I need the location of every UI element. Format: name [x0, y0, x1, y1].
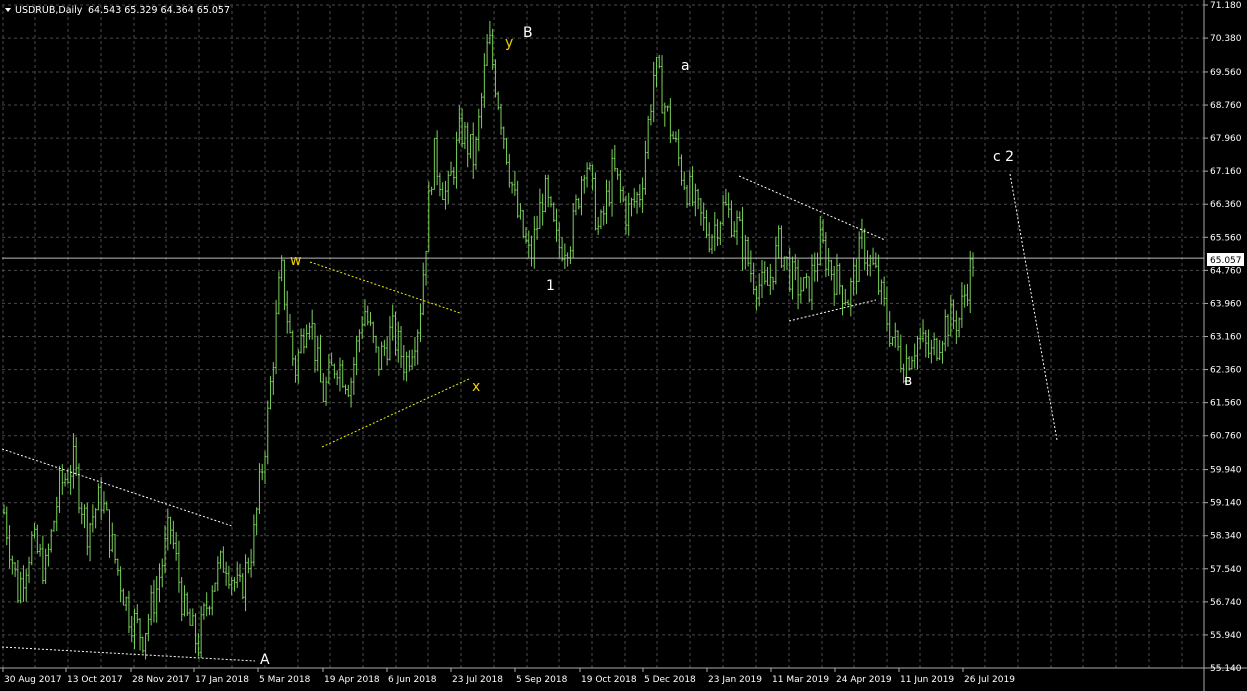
x-tick-label: 5 Sep 2018 [516, 675, 568, 685]
current-price-badge: 65.057 [1207, 253, 1244, 266]
x-tick-label: 13 Oct 2017 [67, 675, 123, 685]
y-tick-label: 64.760 [1210, 266, 1242, 276]
y-tick-label: 61.560 [1210, 399, 1242, 409]
price-chart[interactable]: Aw x yB 1 a в c 2 71.180 70.380 69.560 68.760 67.9… [0, 0, 1247, 691]
y-tick-label: 56.740 [1210, 598, 1242, 608]
y-tick-label: 63.160 [1210, 333, 1242, 343]
y-tick-label: 67.960 [1210, 134, 1242, 144]
x-tick-label: 23 Jan 2019 [708, 675, 762, 685]
wave-label: B [523, 25, 533, 41]
wave-label: a [681, 58, 690, 74]
x-tick-label: 19 Apr 2018 [324, 675, 380, 685]
x-tick-label: 17 Jan 2018 [195, 675, 249, 685]
symbol-timeframe: USDRUB,Daily [15, 5, 83, 16]
wave-label: A [260, 652, 270, 668]
x-tick-label: 28 Nov 2017 [132, 675, 190, 685]
y-tick-label: 55.140 [1210, 664, 1242, 674]
wave-label: c 2 [993, 149, 1014, 165]
y-tick-label: 60.760 [1210, 432, 1242, 442]
x-tick-label: 5 Mar 2018 [259, 675, 311, 685]
x-tick-label: 26 Jul 2019 [964, 675, 1015, 685]
y-tick-label: 58.340 [1210, 532, 1242, 542]
y-tick-label: 65.560 [1210, 233, 1242, 243]
y-tick-label: 70.380 [1210, 34, 1242, 44]
y-tick-label: 57.540 [1210, 565, 1242, 575]
x-tick-label: 19 Oct 2018 [581, 675, 637, 685]
x-tick-label: 6 Jun 2018 [388, 675, 437, 685]
ohlc-values: 64.543 65.329 64.364 65.057 [88, 5, 230, 16]
y-tick-label: 55.940 [1210, 631, 1242, 641]
current-price-label: 65.057 [1210, 256, 1242, 266]
y-tick-label: 66.360 [1210, 200, 1242, 210]
x-tick-label: 11 Mar 2019 [772, 675, 829, 685]
wave-label: y [505, 35, 513, 51]
x-tick-label: 5 Dec 2018 [644, 675, 696, 685]
x-tick-label: 24 Apr 2019 [836, 675, 892, 685]
wave-label: 1 [546, 278, 555, 294]
wave-label: x [472, 379, 480, 395]
y-tick-label: 59.140 [1210, 499, 1242, 509]
chart-window[interactable]: Aw x yB 1 a в c 2 71.180 70.380 69.560 68.760 67.9… [0, 0, 1247, 691]
y-tick-label: 62.360 [1210, 366, 1242, 376]
y-tick-label: 68.760 [1210, 101, 1242, 111]
chart-header: USDRUB,Daily 64.543 65.329 64.364 65.057 [5, 5, 230, 16]
x-tick-label: 23 Jul 2018 [452, 675, 503, 685]
y-tick-label: 67.160 [1210, 167, 1242, 177]
y-tick-label: 63.960 [1210, 299, 1242, 309]
y-tick-label: 59.940 [1210, 466, 1242, 476]
y-tick-label: 71.180 [1210, 1, 1242, 11]
wave-label: w [290, 253, 301, 269]
x-tick-label: 30 Aug 2017 [4, 675, 62, 685]
y-tick-label: 69.560 [1210, 68, 1242, 78]
x-tick-label: 11 Jun 2019 [900, 675, 954, 685]
wave-label: в [904, 373, 912, 389]
plot-background [0, 0, 1247, 691]
